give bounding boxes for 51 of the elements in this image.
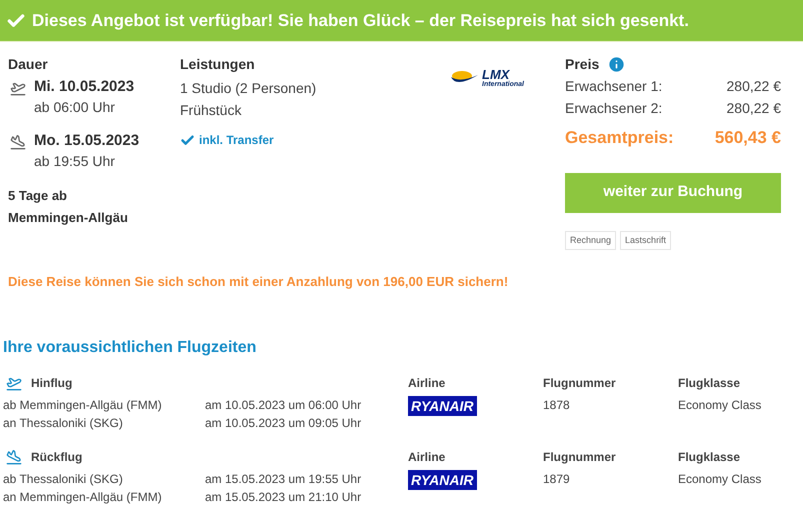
service-item: Frühstück — [180, 101, 242, 120]
airline-logo: RYANAIR — [408, 396, 476, 416]
airline-logo: RYANAIR — [408, 470, 476, 490]
price-value: 280,22 € — [726, 77, 781, 96]
price-label: Erwachsener 2: — [565, 99, 662, 118]
column-heading: Flugnummer — [543, 448, 617, 466]
payment-method-tag: Rechnung — [565, 230, 616, 250]
leg-label: Rückflug — [31, 448, 82, 466]
time-text: am 15.05.2023 um 19:55 Uhr — [205, 470, 362, 488]
time-text: ab 06:00 Uhr — [34, 98, 116, 117]
time-text: am 10.05.2023 um 06:00 Uhr — [205, 396, 362, 414]
deposit-note: Diese Reise können Sie sich schon mit einer Anzahlung von 196,00 EUR sichern! — [7, 273, 510, 291]
payment-method-tag: Lastschrift — [620, 230, 672, 250]
price-label: Erwachsener 1: — [565, 77, 662, 96]
booking-button[interactable]: weiter zur Buchung — [565, 172, 781, 212]
logo-name: LMX — [482, 68, 510, 81]
date-text: Mi. 10.05.2023 — [34, 77, 134, 97]
duration-summary: Memmingen-Allgäu — [8, 209, 129, 227]
column-heading: Flugnummer — [543, 374, 617, 392]
total-value: 560,43 € — [714, 127, 781, 149]
transfer-text: inkl. Transfer — [199, 132, 274, 149]
section-heading: Dauer — [8, 55, 49, 74]
flight-class: Economy Class — [678, 396, 762, 414]
banner-text: Dieses Angebot ist verfügbar! Sie haben Glück – der Reisepreis hat sich gesenkt. — [32, 10, 689, 32]
flight-number: 1879 — [543, 470, 571, 488]
section-heading: Leistungen — [180, 55, 256, 74]
info-icon[interactable] — [607, 55, 626, 74]
leg-label: Hinflug — [31, 374, 72, 392]
duration-summary: 5 Tage ab — [8, 187, 68, 205]
date-text: Mo. 15.05.2023 — [34, 131, 140, 151]
flight-class: Economy Class — [678, 470, 762, 488]
plane-takeoff-icon — [8, 80, 28, 96]
column-heading: Airline — [408, 374, 446, 392]
route-text: an Thessaloniki (SKG) — [3, 414, 124, 432]
column-heading: Airline — [408, 448, 446, 466]
section-heading: Preis — [565, 55, 600, 74]
time-text: am 10.05.2023 um 09:05 Uhr — [205, 414, 362, 432]
flight-number: 1878 — [543, 396, 571, 414]
column-heading: Flugklasse — [678, 448, 742, 466]
flights-heading: Ihre voraussichtlichen Flugzeiten — [2, 338, 258, 358]
time-text: ab 19:55 Uhr — [34, 152, 116, 171]
column-heading: Flugklasse — [678, 374, 742, 392]
check-icon — [180, 132, 195, 148]
price-value: 280,22 € — [726, 99, 781, 118]
route-text: ab Thessaloniki (SKG) — [3, 470, 124, 488]
time-text: am 15.05.2023 um 21:10 Uhr — [205, 488, 362, 506]
route-text: ab Memmingen-Allgäu (FMM) — [3, 396, 163, 414]
total-label: Gesamtpreis: — [565, 127, 674, 149]
route-text: an Memmingen-Allgäu (FMM) — [3, 488, 163, 506]
service-item: 1 Studio (2 Personen) — [180, 79, 318, 98]
plane-landing-icon — [8, 134, 28, 150]
